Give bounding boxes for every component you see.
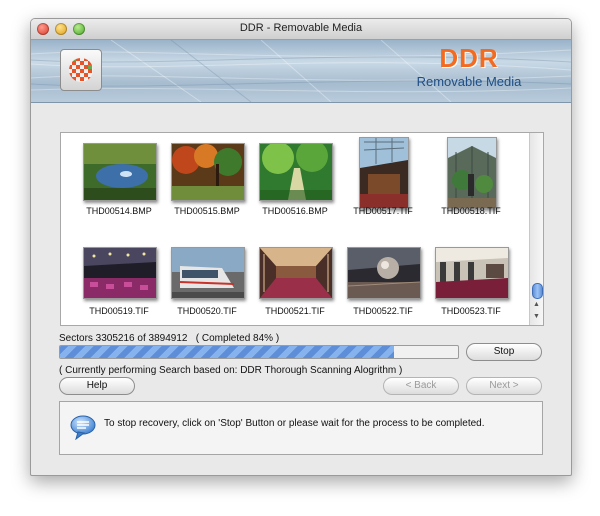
- file-name: THD00518.TIF: [441, 206, 501, 216]
- help-button[interactable]: Help: [59, 377, 135, 395]
- checkered-logo-icon: [69, 58, 93, 82]
- app-logo: [60, 49, 102, 91]
- thumbnail-image: [435, 247, 509, 299]
- thumbnail-image: [359, 137, 409, 209]
- file-name: THD00516.BMP: [262, 206, 328, 216]
- window-title: DDR - Removable Media: [239, 22, 363, 34]
- thumbnail-image: [259, 143, 333, 201]
- sectors-count: Sectors 3305216 of 3894912: [59, 333, 188, 344]
- scan-status-text: ( Currently performing Search based on: …: [59, 365, 403, 376]
- info-panel: To stop recovery, click on 'Stop' Button…: [59, 401, 543, 455]
- file-name: THD00520.TIF: [177, 306, 237, 316]
- brand-block: DDR Removable Media: [379, 44, 559, 90]
- header-banner: DDR Removable Media: [31, 40, 571, 103]
- file-name: THD00521.TIF: [265, 306, 325, 316]
- next-button[interactable]: Next >: [466, 377, 542, 395]
- brand-name: DDR: [439, 43, 499, 73]
- file-name: THD00523.TIF: [441, 306, 501, 316]
- recovery-progress-bar: [59, 345, 459, 359]
- gallery-scrollbar[interactable]: ▲ ▼: [529, 133, 543, 325]
- file-name: THD00515.BMP: [174, 206, 240, 216]
- thumbnail-image: [83, 143, 157, 201]
- thumbnail-image: [171, 247, 245, 299]
- recovered-files-gallery[interactable]: THD00514.BMP THD00515.BMP THD00516.BMP T…: [60, 132, 544, 326]
- speech-bubble-icon: [70, 414, 96, 445]
- info-message: To stop recovery, click on 'Stop' Button…: [104, 418, 485, 429]
- sectors-progress-text: Sectors 3305216 of 3894912 ( Completed 8…: [59, 333, 279, 344]
- file-name: THD00522.TIF: [353, 306, 413, 316]
- thumbnail-image: [83, 247, 157, 299]
- thumbnail-image: [259, 247, 333, 299]
- stop-button[interactable]: Stop: [466, 343, 542, 361]
- brand-subtitle: Removable Media: [416, 74, 522, 89]
- thumbnail-image: [447, 137, 497, 209]
- scroll-up-arrow-icon[interactable]: ▲: [533, 301, 540, 309]
- scroll-down-arrow-icon[interactable]: ▼: [533, 313, 540, 321]
- file-name: THD00517.TIF: [353, 206, 413, 216]
- thumbnail-image: [347, 247, 421, 299]
- back-button[interactable]: < Back: [383, 377, 459, 395]
- app-window: DDR - Removable Media DDR Removable Medi…: [30, 18, 572, 476]
- thumbnail-image: [171, 143, 245, 201]
- file-name: THD00519.TIF: [89, 306, 149, 316]
- scrollbar-thumb[interactable]: [532, 283, 543, 299]
- file-name: THD00514.BMP: [86, 206, 152, 216]
- completed-percent: ( Completed 84% ): [195, 333, 280, 344]
- progress-fill: [60, 346, 395, 358]
- title-bar: DDR - Removable Media: [31, 19, 571, 40]
